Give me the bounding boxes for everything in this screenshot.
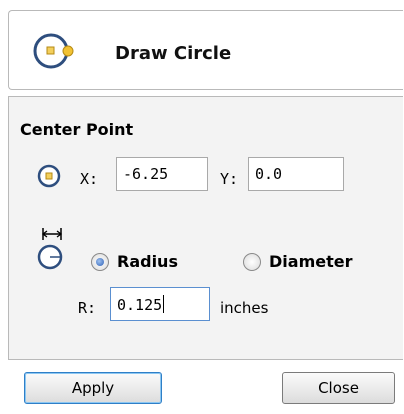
r-input-value: 0.125 [117,296,163,314]
x-label: X: [80,170,99,188]
units-label: inches [220,299,269,317]
panel-title: Draw Circle [115,43,232,64]
header-panel: Draw Circle [8,10,403,90]
draw-circle-icon [33,33,74,69]
center-point-icon [37,164,61,188]
r-input[interactable]: 0.125 [110,287,210,321]
radius-radio[interactable] [91,252,109,271]
diameter-label: Diameter [269,252,353,271]
apply-button[interactable]: Apply [24,372,162,404]
center-point-heading: Center Point [20,120,134,139]
text-caret [163,295,165,313]
r-label: R: [78,299,97,317]
radius-measure-icon [37,228,63,270]
radius-option[interactable]: Radius [91,252,178,271]
diameter-radio[interactable] [243,252,261,271]
y-input[interactable]: 0.0 [248,157,344,191]
diameter-option[interactable]: Diameter [243,252,352,271]
close-button[interactable]: Close [282,372,395,404]
y-label: Y: [220,170,239,188]
x-input[interactable]: -6.25 [116,157,208,191]
radius-label: Radius [117,252,178,271]
